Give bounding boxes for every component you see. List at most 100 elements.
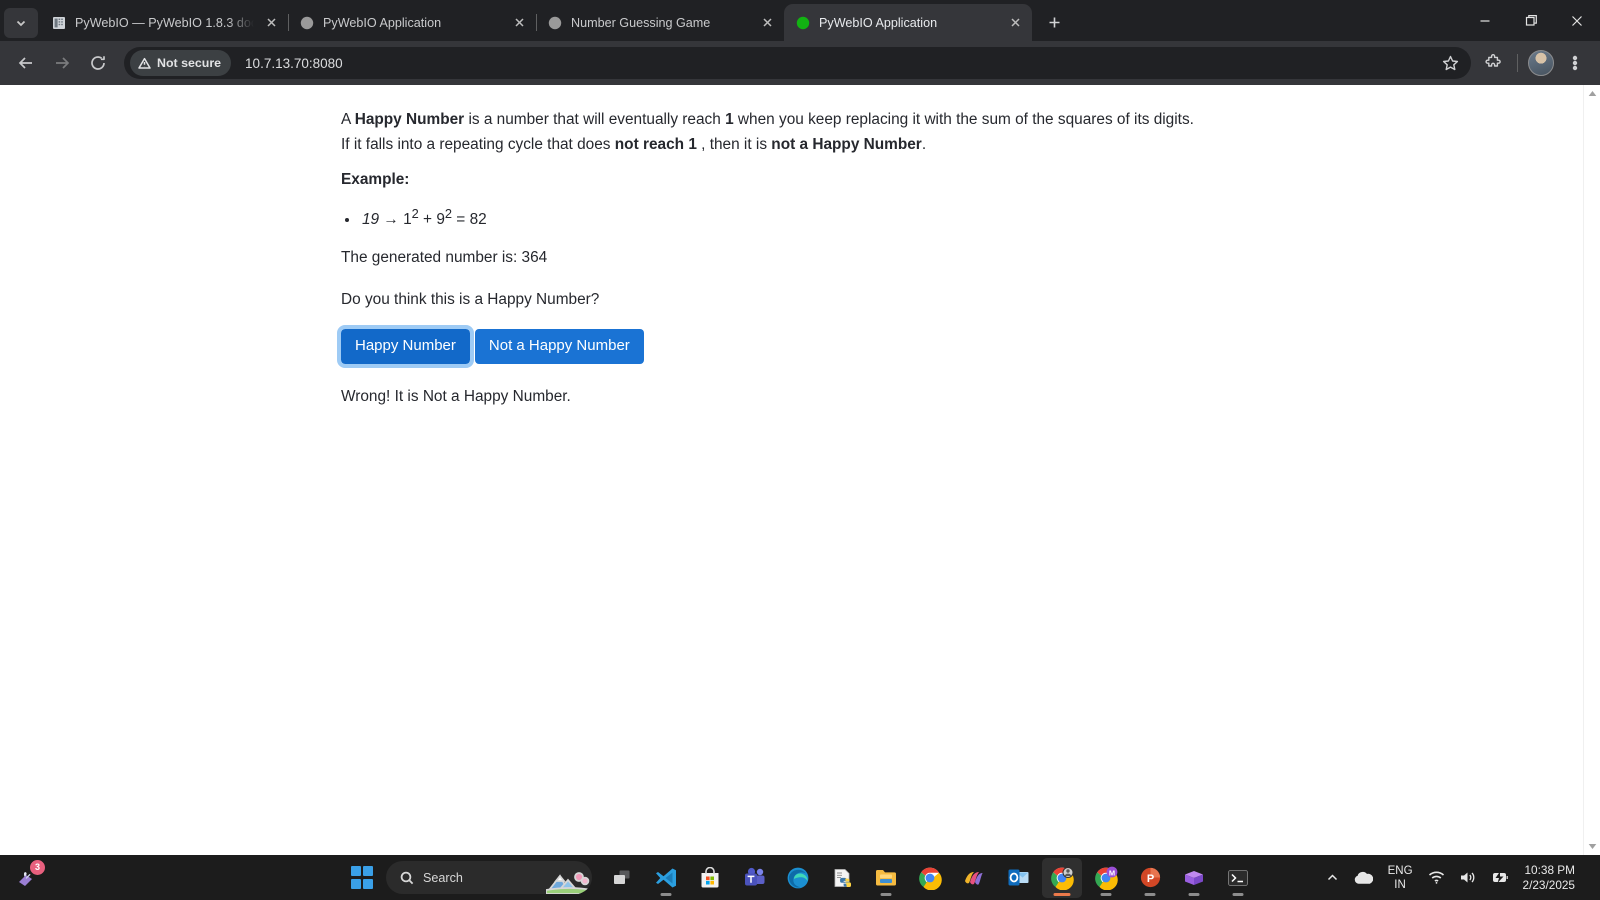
notification-bell-icon[interactable]: 3 (10, 859, 45, 895)
tab-close-icon[interactable] (510, 14, 528, 32)
chrome-menu-icon[interactable] (1558, 46, 1592, 80)
taskbar-app-chrome-active[interactable] (1042, 857, 1082, 898)
taskbar-app-outlook[interactable] (998, 858, 1038, 898)
minimize-button[interactable] (1462, 0, 1508, 41)
address-bar[interactable]: Not secure 10.7.13.70:8080 (124, 47, 1471, 79)
task-view-icon (614, 870, 630, 884)
microsoft-store-icon (701, 866, 719, 887)
profile-avatar[interactable] (1524, 46, 1558, 80)
page-viewport: A Happy Number is a number that will eve… (0, 85, 1600, 855)
pywebio-content: A Happy Number is a number that will eve… (337, 107, 1541, 409)
forward-button[interactable] (44, 45, 80, 81)
volume-speaker-icon[interactable] (1452, 858, 1484, 898)
language-line-1: ENG (1387, 864, 1413, 877)
page-body: A Happy Number is a number that will eve… (0, 85, 1600, 409)
taskbar-app-clipchamp[interactable] (1174, 858, 1214, 898)
browser-tab-pywebio-application-active[interactable]: PyWebIO Application (784, 4, 1032, 41)
example-arrow: → (379, 211, 404, 229)
tab-title: PyWebIO Application (323, 15, 442, 30)
language-line-2: IN (1394, 878, 1406, 891)
scroll-down-arrow-icon[interactable] (1584, 838, 1600, 855)
taskbar-app-file-explorer[interactable] (866, 858, 906, 898)
app-running-indicator (660, 892, 672, 896)
taskbar-center-cluster: Search M P (342, 857, 1258, 898)
security-status-badge[interactable]: Not secure (130, 50, 232, 76)
extensions-puzzle-icon[interactable] (1477, 46, 1511, 80)
show-desktop-button[interactable] (1585, 858, 1592, 898)
generated-number-line: The generated number is: 364 (341, 249, 548, 267)
onedrive-cloud-icon[interactable] (1346, 858, 1380, 898)
app-running-indicator (1144, 892, 1156, 896)
back-button[interactable] (8, 45, 44, 81)
battery-icon[interactable] (1484, 858, 1517, 898)
page-scrollbar[interactable] (1583, 85, 1600, 855)
microsoft-outlook-icon (1008, 869, 1028, 886)
tray-overflow-chevron-up-icon[interactable] (1319, 858, 1346, 898)
new-tab-button[interactable] (1038, 7, 1070, 37)
notification-badge: 3 (30, 859, 45, 875)
language-indicator[interactable]: ENG IN (1380, 864, 1421, 892)
powerpoint-icon: P (1140, 867, 1160, 888)
microsoft-edge-icon (787, 867, 809, 888)
taskbar-clock[interactable]: 10:38 PM 2/23/2025 (1517, 863, 1585, 893)
browser-tab-pywebio-application-1[interactable]: PyWebIO Application (288, 4, 537, 41)
wifi-icon[interactable] (1421, 858, 1452, 898)
taskbar-left-cluster: 3 (10, 859, 45, 895)
clock-date: 2/23/2025 (1522, 877, 1575, 892)
tab-search-chevron-down-icon[interactable] (4, 8, 38, 38)
python-idle-icon (834, 868, 851, 887)
intro-part-5: . (921, 136, 927, 153)
close-button[interactable] (1554, 0, 1600, 41)
taskbar-app-task-view[interactable] (602, 858, 642, 898)
windows-logo-icon (350, 866, 374, 889)
intro-bold-happy-number: Happy Number (354, 111, 465, 128)
not-a-happy-number-button[interactable]: Not a Happy Number (474, 329, 644, 365)
tab-close-icon[interactable] (758, 14, 776, 32)
tab-strip: PyWebIO — PyWebIO 1.8.3 doc PyWebIO Appl… (0, 0, 1600, 41)
taskbar-app-powerpoint[interactable]: P (1130, 858, 1170, 898)
app-running-indicator (1232, 892, 1244, 896)
app-running-indicator (1188, 892, 1200, 896)
microsoft-copilot-icon (965, 871, 983, 885)
reload-button[interactable] (80, 45, 116, 81)
gray-circle-icon (547, 15, 563, 31)
intro-part-4: , then it is (696, 136, 772, 153)
maximize-restore-button[interactable] (1508, 0, 1554, 41)
taskbar-app-microsoft-copilot[interactable] (954, 858, 994, 898)
taskbar-app-vscode[interactable] (646, 858, 686, 898)
green-circle-icon (795, 15, 811, 31)
system-tray: ENG IN 10:38 PM 2/23/2025 (1319, 858, 1592, 898)
taskbar-app-microsoft-store[interactable] (690, 858, 730, 898)
taskbar-search-box[interactable]: Search (386, 861, 592, 894)
example-exponent-a: 2 (411, 206, 419, 221)
scroll-up-arrow-icon[interactable] (1584, 85, 1600, 102)
browser-toolbar: Not secure 10.7.13.70:8080 (0, 41, 1600, 85)
intro-bold-one: 1 (725, 111, 734, 128)
gray-circle-icon (299, 15, 315, 31)
vscode-icon (656, 868, 676, 887)
question-line: Do you think this is a Happy Number? (341, 291, 600, 309)
toolbar-separator (1517, 54, 1518, 72)
browser-tab-pywebio-docs[interactable]: PyWebIO — PyWebIO 1.8.3 doc (40, 4, 289, 41)
tab-close-icon[interactable] (262, 14, 280, 32)
url-text: 10.7.13.70:8080 (245, 55, 343, 71)
windows-taskbar: 3 Search M P ENG IN 10:38 PM 2/23/2025 (0, 855, 1600, 900)
taskbar-app-chrome-meet[interactable]: M (1086, 858, 1126, 898)
example-result: = 82 (452, 211, 487, 229)
happy-number-button[interactable]: Happy Number (337, 325, 474, 369)
taskbar-app-microsoft-edge[interactable] (778, 858, 818, 898)
tab-title: PyWebIO Application (819, 15, 938, 30)
taskbar-app-microsoft-teams[interactable] (734, 858, 774, 898)
taskbar-app-google-chrome[interactable] (910, 858, 950, 898)
browser-tab-number-guessing-game[interactable]: Number Guessing Game (536, 4, 784, 41)
browser-window: PyWebIO — PyWebIO 1.8.3 doc PyWebIO Appl… (0, 0, 1600, 855)
taskbar-app-terminal[interactable] (1218, 858, 1258, 898)
bookmark-star-icon[interactable] (1437, 50, 1463, 76)
tab-close-icon[interactable] (1006, 14, 1024, 32)
taskbar-app-python-idle[interactable] (822, 858, 862, 898)
example-heading: Example: (341, 171, 410, 188)
avatar (1528, 50, 1554, 76)
happy-number-definition: A Happy Number is a number that will eve… (341, 107, 1201, 157)
window-controls (1462, 0, 1600, 41)
start-button[interactable] (342, 858, 382, 898)
